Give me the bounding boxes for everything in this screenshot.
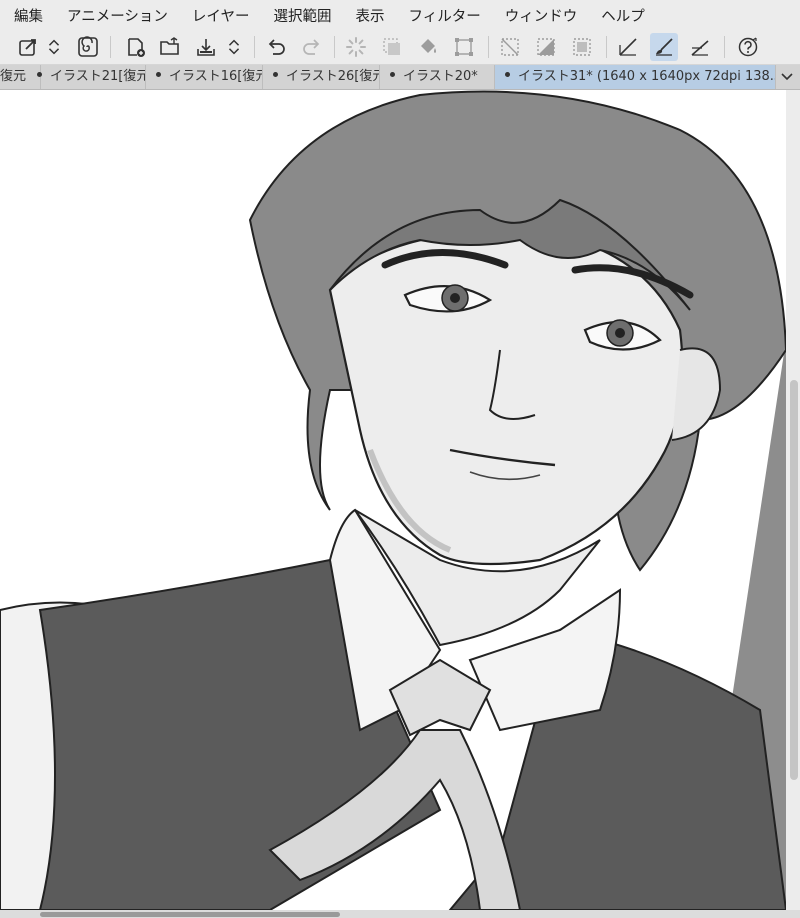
toolbar-divider xyxy=(110,36,111,58)
unsaved-dot-icon xyxy=(273,72,278,77)
menu-animation[interactable]: アニメーション xyxy=(53,5,178,26)
save-download-icon[interactable] xyxy=(192,33,220,61)
tab-label: イラスト20* xyxy=(403,69,478,84)
tab-list-chevron-icon[interactable] xyxy=(778,65,796,89)
horizontal-scroll-thumb[interactable] xyxy=(40,912,340,917)
transform-layer-icon[interactable] xyxy=(14,33,42,61)
selection-layer-icon[interactable] xyxy=(378,33,406,61)
menu-edit[interactable]: 編集 xyxy=(0,5,53,26)
toolbar-divider xyxy=(606,36,607,58)
open-folder-icon[interactable] xyxy=(156,33,184,61)
document-tab[interactable]: イラスト16[復元 xyxy=(146,65,263,89)
document-tab-active[interactable]: イラスト31* (1640 x 1640px 72dpi 138.5%) xyxy=(495,65,776,89)
tab-label: 復元 xyxy=(0,69,27,84)
fill-bucket-icon[interactable] xyxy=(414,33,442,61)
menu-selection[interactable]: 選択範囲 xyxy=(260,5,342,26)
toolbar-divider xyxy=(488,36,489,58)
undo-icon[interactable] xyxy=(262,33,290,61)
menu-window[interactable]: ウィンドウ xyxy=(491,5,588,26)
show-selection-icon[interactable] xyxy=(568,33,596,61)
stepper-icon[interactable] xyxy=(44,33,64,61)
document-tab-bar: 復元 イラスト21[復元 イラスト16[復元 イラスト26[復元 イラスト20*… xyxy=(0,65,800,90)
vertical-scrollbar[interactable] xyxy=(786,90,800,910)
vertical-scroll-thumb[interactable] xyxy=(790,380,798,780)
redo-icon[interactable] xyxy=(298,33,326,61)
new-file-icon[interactable] xyxy=(122,33,150,61)
menu-view[interactable]: 表示 xyxy=(342,5,395,26)
menu-help[interactable]: ヘルプ xyxy=(587,5,655,26)
document-tab[interactable]: イラスト26[復元 xyxy=(263,65,380,89)
illustration-artwork xyxy=(0,90,786,910)
document-tab[interactable]: イラスト21[復元 xyxy=(27,65,146,89)
deselect-icon[interactable] xyxy=(496,33,524,61)
command-toolbar xyxy=(0,30,800,65)
ruler-tool-icon[interactable] xyxy=(686,33,714,61)
unsaved-dot-icon xyxy=(37,72,42,77)
menu-layer[interactable]: レイヤー xyxy=(178,5,260,26)
unsaved-dot-icon xyxy=(156,72,161,77)
drawing-canvas[interactable] xyxy=(0,90,786,910)
horizontal-scrollbar[interactable] xyxy=(0,910,800,918)
toolbar-divider xyxy=(254,36,255,58)
tab-label: イラスト31* (1640 x 1640px 72dpi 138.5%) xyxy=(518,69,776,84)
transform-handles-icon[interactable] xyxy=(450,33,478,61)
stepper-icon[interactable] xyxy=(224,33,244,61)
invert-selection-icon[interactable] xyxy=(532,33,560,61)
menu-filter[interactable]: フィルター xyxy=(395,5,491,26)
spiral-icon[interactable] xyxy=(74,33,102,61)
tab-label: イラスト21[復元 xyxy=(50,69,146,84)
menu-bar: 編集 アニメーション レイヤー 選択範囲 表示 フィルター ウィンドウ ヘルプ xyxy=(0,0,800,30)
pen-tool-icon[interactable] xyxy=(614,33,642,61)
toolbar-divider xyxy=(334,36,335,58)
brush-tool-icon[interactable] xyxy=(650,33,678,61)
unsaved-dot-icon xyxy=(505,72,510,77)
document-tab[interactable]: イラスト20* xyxy=(380,65,495,89)
help-icon[interactable] xyxy=(734,33,762,61)
tab-label: イラスト26[復元 xyxy=(286,69,380,84)
unsaved-dot-icon xyxy=(390,72,395,77)
tab-label: イラスト16[復元 xyxy=(169,69,263,84)
toolbar-divider xyxy=(724,36,725,58)
loading-spinner-icon[interactable] xyxy=(342,33,370,61)
